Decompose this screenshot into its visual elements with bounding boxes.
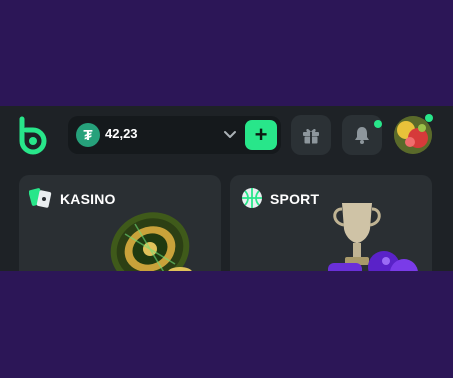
gift-icon [303, 128, 319, 144]
wallet-selector[interactable]: ₮ 42,23 + [68, 116, 281, 154]
wallet-balance: 42,23 [105, 126, 138, 141]
trophy-illustration [320, 195, 430, 271]
sport-card-title: SPORT [270, 191, 320, 207]
bell-icon [355, 127, 369, 144]
avatar[interactable] [394, 116, 432, 154]
basketball-icon [240, 186, 264, 210]
brand-logo-icon[interactable] [16, 115, 50, 155]
tether-icon: ₮ [76, 123, 100, 147]
gift-button[interactable] [291, 115, 331, 155]
roulette-wheel-illustration [105, 199, 215, 271]
app-screen: ₮ 42,23 + KASINO SPORT [0, 106, 453, 271]
notification-indicator [374, 120, 382, 128]
chevron-down-icon[interactable] [222, 127, 238, 143]
profile-indicator [425, 114, 433, 122]
top-bar: ₮ 42,23 + [0, 106, 453, 164]
sport-card[interactable]: SPORT [230, 175, 432, 271]
cards-icon [28, 186, 55, 210]
casino-card[interactable]: KASINO [19, 175, 221, 271]
deposit-button[interactable]: + [245, 120, 277, 150]
notifications-button[interactable] [342, 115, 382, 155]
